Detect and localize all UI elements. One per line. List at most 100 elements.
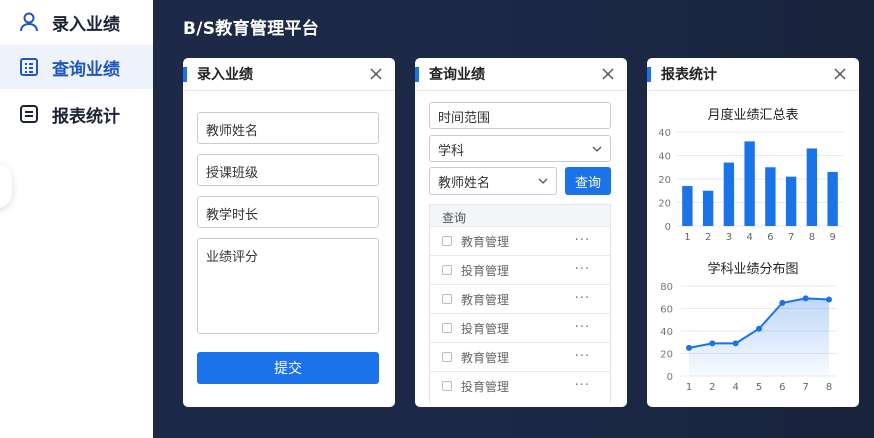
bar	[827, 171, 838, 226]
bar	[702, 190, 714, 226]
query-card: 查询业绩 时间范围 学科 教师姓名 查询 查询 教育管理 ··· 投育管理 ··· 教育…	[415, 58, 627, 407]
y-tick-label: 20	[658, 175, 671, 186]
data-point	[686, 344, 692, 351]
bar	[682, 186, 693, 226]
sidebar-item-label: 录入业绩	[52, 14, 120, 35]
sidebar-item-query[interactable]: 查询业绩	[0, 45, 153, 89]
table-row[interactable]: 投育管理 ···	[430, 313, 610, 342]
class-field[interactable]: 授课班级	[197, 154, 379, 186]
close-icon[interactable]	[601, 67, 615, 81]
bar-chart-title: 月度业绩汇总表	[707, 108, 799, 123]
more-icon[interactable]: ···	[575, 378, 590, 393]
data-point	[732, 340, 739, 347]
row-checkbox[interactable]	[442, 265, 452, 275]
more-icon[interactable]: ···	[575, 349, 590, 364]
page-title: B/S教育管理平台	[183, 19, 320, 39]
y-tick-label: 0	[667, 372, 673, 383]
y-tick-label: 20	[658, 199, 671, 210]
table-row[interactable]: 投育管理 ···	[430, 255, 610, 284]
x-tick-label: 7	[788, 232, 794, 243]
data-point	[826, 296, 832, 303]
area-fill	[689, 298, 829, 376]
chevron-down-icon	[592, 146, 602, 152]
x-tick-label: 6	[767, 232, 773, 243]
table-row[interactable]: 教育管理 ···	[430, 342, 610, 371]
card-header: 录入业绩	[183, 58, 395, 91]
area-chart-title: 学科业绩分布图	[707, 262, 799, 277]
y-tick-label: 60	[660, 305, 673, 316]
user-icon	[18, 11, 40, 33]
row-checkbox[interactable]	[442, 352, 452, 362]
row-label: 教育管理	[461, 350, 510, 365]
teacher-select[interactable]: 教师姓名	[429, 167, 557, 195]
x-tick-label: 1	[684, 232, 690, 243]
row-checkbox[interactable]	[442, 381, 452, 391]
sidebar-item-label: 报表统计	[52, 106, 120, 127]
area-chart: 0 20 40 60 80 1 2 4 5 6 7 8	[660, 282, 837, 393]
x-tick-label: 1	[686, 382, 692, 393]
row-checkbox[interactable]	[442, 294, 452, 304]
row-label: 教育管理	[461, 292, 510, 307]
bar	[806, 148, 818, 226]
x-tick-label: 5	[756, 382, 762, 393]
x-tick-label: 8	[809, 232, 815, 243]
report-card: 报表统计 月度业绩汇总表 0 20 20 40 40 1 2 3 4 6 7 8 9 学科业绩分布图 0…	[647, 58, 859, 407]
table-row[interactable]: 教育管理 ···	[430, 284, 610, 313]
bar	[744, 141, 755, 226]
query-button[interactable]: 查询	[565, 167, 611, 195]
teacher-name-field[interactable]: 教师姓名	[197, 112, 379, 144]
sidebar-item-entry[interactable]: 录入业绩	[0, 0, 153, 44]
more-icon[interactable]: ···	[575, 262, 590, 277]
y-tick-label: 80	[660, 282, 673, 293]
table-row[interactable]: 投育管理 ···	[430, 371, 610, 400]
time-range-input[interactable]: 时间范围	[429, 102, 611, 129]
report-icon	[18, 103, 40, 125]
subject-select[interactable]: 学科	[429, 135, 611, 162]
row-label: 教育管理	[461, 234, 510, 249]
card-header: 报表统计	[647, 58, 859, 91]
row-checkbox[interactable]	[442, 323, 452, 333]
x-tick-label: 2	[705, 232, 711, 243]
sidebar: 录入业绩 查询业绩 报表统计	[0, 0, 153, 438]
card-title: 报表统计	[661, 67, 717, 83]
row-label: 投育管理	[461, 321, 510, 336]
close-icon[interactable]	[833, 67, 847, 81]
y-tick-label: 20	[660, 350, 673, 361]
more-icon[interactable]: ···	[575, 291, 590, 306]
submit-button[interactable]: 提交	[197, 352, 379, 384]
sidebar-item-report[interactable]: 报表统计	[0, 92, 153, 136]
x-tick-label: 7	[802, 382, 808, 393]
row-label: 投育管理	[461, 379, 510, 394]
entry-card: 录入业绩 教师姓名 授课班级 教学时长 业绩评分 提交	[183, 58, 395, 407]
y-tick-label: 40	[660, 327, 673, 338]
bar-chart: 0 20 20 40 40 1 2 3 4 6 7 8 9	[658, 128, 843, 243]
y-tick-label: 40	[658, 152, 671, 163]
x-tick-label: 4	[746, 232, 752, 243]
row-checkbox[interactable]	[442, 236, 452, 246]
subject-select-value: 学科	[438, 144, 465, 159]
teacher-select-value: 教师姓名	[438, 176, 491, 191]
more-icon[interactable]: ···	[575, 320, 590, 335]
x-tick-label: 6	[779, 382, 785, 393]
data-point	[802, 295, 809, 302]
score-textarea[interactable]: 业绩评分	[197, 238, 379, 334]
bar	[765, 167, 776, 226]
table-header: 查询	[430, 205, 610, 226]
x-tick-label: 3	[726, 232, 732, 243]
y-tick-label: 40	[658, 128, 671, 139]
x-tick-label: 9	[829, 232, 835, 243]
table-row[interactable]: 教育管理 ···	[430, 226, 610, 255]
chevron-down-icon	[538, 178, 548, 184]
x-tick-label: 8	[826, 382, 832, 393]
x-tick-label: 4	[732, 382, 738, 393]
sidebar-item-label: 查询业绩	[52, 59, 120, 80]
close-icon[interactable]	[369, 67, 383, 81]
bar	[785, 176, 797, 226]
more-icon[interactable]: ···	[575, 233, 590, 248]
main-area: B/S教育管理平台 录入业绩 教师姓名 授课班级 教学时长 业绩评分 提交 查询…	[153, 0, 874, 438]
teaching-hours-field[interactable]: 教学时长	[197, 196, 379, 228]
card-title: 录入业绩	[197, 67, 253, 83]
data-point	[756, 325, 762, 332]
y-tick-label: 0	[665, 222, 671, 233]
table-doc-icon	[18, 56, 40, 78]
